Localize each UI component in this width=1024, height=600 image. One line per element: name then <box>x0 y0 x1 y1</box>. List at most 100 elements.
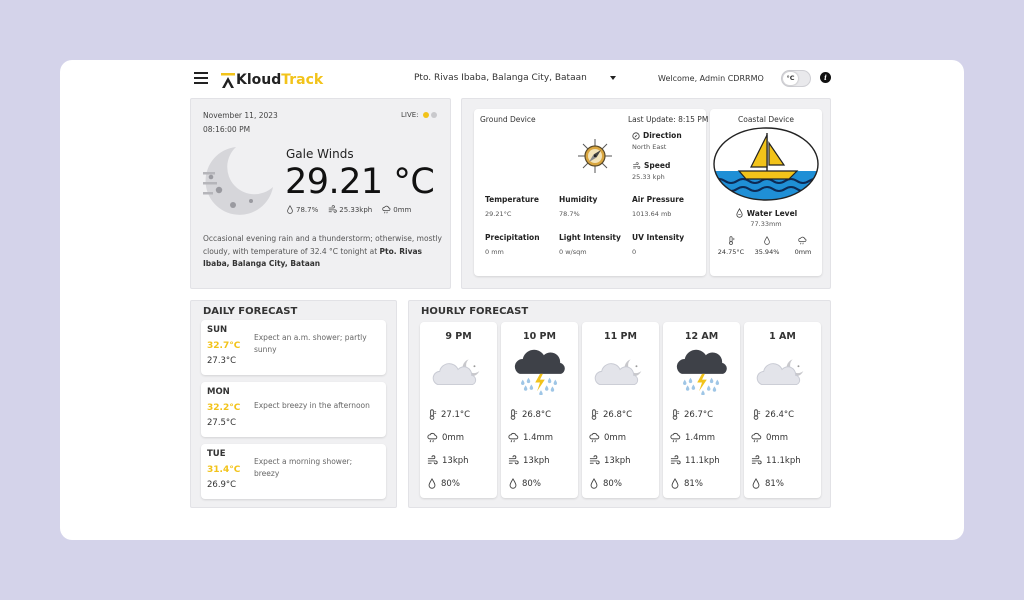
forecast-low: 27.5°C <box>207 418 237 428</box>
forecast-low: 27.3°C <box>207 356 237 366</box>
forecast-description: Expect a morning shower; breezy <box>254 457 353 478</box>
hourly-rain: 1.4mm <box>523 432 554 443</box>
metric-value-light-intensity: 0 w/sqm <box>559 248 587 256</box>
hourly-rain: 1.4mm <box>685 432 716 443</box>
current-temperature: 29.21 °C <box>285 162 435 202</box>
current-wind: 25.33kph <box>339 205 373 214</box>
current-humidity: 78.7% <box>296 205 319 214</box>
metric-value-humidity: 78.7% <box>559 210 580 218</box>
thermometer-icon <box>670 409 680 420</box>
hourly-time: 9 PM <box>445 331 472 342</box>
speed-label: Speed <box>644 161 671 170</box>
hourly-humidity: 81% <box>684 478 703 489</box>
hourly-humidity: 80% <box>441 478 460 489</box>
forecast-high: 31.4°C <box>207 465 241 475</box>
hourly-forecast-title: HOURLY FORECAST <box>421 306 529 317</box>
hourly-wind: 11.1kph <box>685 455 720 466</box>
current-weather-panel: November 11, 2023 08:16:00 PM LIVE: Gale… <box>190 98 451 289</box>
hourly-temp: 26.8°C <box>522 409 552 420</box>
dashboard-card: Kloud Track Pto. Rivas Ibaba, Balanga Cit… <box>60 60 964 540</box>
hourly-temp: 27.1°C <box>441 409 471 420</box>
forecast-description: Expect breezy in the afternoon <box>254 401 370 410</box>
current-rain: 0mm <box>393 205 412 214</box>
coastal-rain: 0mm <box>794 248 812 256</box>
metric-value-air-pressure: 1013.64 mb <box>632 210 672 218</box>
humidity-icon <box>589 478 599 489</box>
forecast-high: 32.2°C <box>207 403 241 413</box>
rain-icon <box>589 432 600 443</box>
hourly-time: 11 PM <box>604 331 637 342</box>
daily-forecast-item[interactable]: TUE 31.4°C 26.9°C Expect a morning showe… <box>201 444 386 499</box>
water-level-label: Water Level <box>746 208 798 218</box>
hourly-forecast-card[interactable]: 1 AM 26.4°C 0mm 11.1kph 81% <box>744 322 821 498</box>
hourly-wind: 13kph <box>442 455 469 466</box>
unit-toggle-label: °C <box>783 72 798 85</box>
moon-cloud-icon <box>754 355 812 389</box>
hourly-temp: 26.8°C <box>603 409 633 420</box>
daily-forecast-title: DAILY FORECAST <box>203 306 298 317</box>
weather-description: Occasional evening rain and a thundersto… <box>203 233 443 271</box>
humidity-icon <box>670 478 680 489</box>
wind-icon <box>328 205 337 214</box>
hourly-wind: 13kph <box>523 455 550 466</box>
thermometer-icon <box>508 409 518 420</box>
hamburger-menu-icon[interactable] <box>194 72 208 84</box>
hourly-humidity: 81% <box>765 478 784 489</box>
thermometer-icon <box>427 409 437 420</box>
ground-device-card: Ground Device Last Update: 8:15 PM Direc… <box>474 109 709 276</box>
forecast-description: Expect an a.m. shower; partly sunny <box>254 333 367 354</box>
brand-name-part1: Kloud <box>236 72 282 88</box>
info-icon[interactable]: i <box>820 72 831 83</box>
hourly-time: 10 PM <box>523 331 556 342</box>
devices-panel: Ground Device Last Update: 8:15 PM Direc… <box>461 98 831 289</box>
hourly-rain: 0mm <box>442 432 464 443</box>
thermometer-icon <box>589 409 599 420</box>
ground-device-title: Ground Device <box>480 115 536 124</box>
forecast-day: MON <box>207 387 230 397</box>
chevron-down-icon[interactable] <box>610 76 616 80</box>
moon-cloud-icon <box>592 355 650 389</box>
metric-value-uv-intensity: 0 <box>632 248 637 256</box>
humidity-icon <box>508 478 518 489</box>
hourly-time: 1 AM <box>769 331 796 342</box>
unit-toggle[interactable]: °C <box>781 70 811 87</box>
welcome-text: Welcome, Admin CDRRMO <box>658 74 764 83</box>
humidity-icon <box>427 478 437 489</box>
forecast-low: 26.9°C <box>207 480 237 490</box>
humidity-icon <box>751 478 761 489</box>
rain-icon <box>751 432 762 443</box>
rain-icon <box>382 205 391 214</box>
logo-icon <box>221 72 235 88</box>
forecast-day: TUE <box>207 449 226 459</box>
rain-icon <box>670 432 681 443</box>
hourly-forecast-card[interactable]: 11 PM 26.8°C 0mm 13kph 80% <box>582 322 659 498</box>
wind-icon <box>670 455 681 466</box>
coastal-humidity: 35.94% <box>754 248 780 256</box>
metric-label-light-intensity: Light Intensity <box>559 233 621 242</box>
hourly-rain: 0mm <box>766 432 788 443</box>
water-level-value: 77.33mm <box>750 220 782 228</box>
hourly-time: 12 AM <box>684 331 719 342</box>
metric-label-uv-intensity: UV Intensity <box>632 233 685 242</box>
hourly-forecast-card[interactable]: 12 AM 26.7°C 1.4mm 11.1kph 81% <box>663 322 740 498</box>
hourly-forecast-card[interactable]: 9 PM 27.1°C 0mm 13kph 80% <box>420 322 497 498</box>
daily-forecast-item[interactable]: MON 32.2°C 27.5°C Expect breezy in the a… <box>201 382 386 437</box>
condition-label: Gale Winds <box>286 147 354 161</box>
hourly-forecast-card[interactable]: 10 PM 26.8°C 1.4mm 13kph 80% <box>501 322 578 498</box>
last-update: Last Update: 8:15 PM <box>628 115 709 124</box>
humidity-icon <box>286 205 294 214</box>
moon-cloud-icon <box>430 355 488 389</box>
daily-forecast-item[interactable]: SUN 32.7°C 27.3°C Expect an a.m. shower;… <box>201 320 386 375</box>
direction-label: Direction <box>643 131 682 140</box>
live-dot-icon <box>431 112 437 118</box>
wind-icon <box>427 455 438 466</box>
coastal-device-card: Coastal Device Water Level 77.33mm 24.75… <box>710 109 822 276</box>
direction-value: North East <box>632 143 667 151</box>
hourly-forecast-panel: HOURLY FORECAST 9 PM 27.1°C 0mm 13kph 80… <box>408 300 831 508</box>
brand-logo[interactable]: Kloud Track <box>221 70 323 90</box>
location-select[interactable]: Pto. Rivas Ibaba, Balanga City, Bataan <box>414 73 587 83</box>
current-time: 08:16:00 PM <box>203 125 251 134</box>
hourly-temp: 26.4°C <box>765 409 795 420</box>
speed-value: 25.33 kph <box>632 173 665 181</box>
rain-icon <box>508 432 519 443</box>
